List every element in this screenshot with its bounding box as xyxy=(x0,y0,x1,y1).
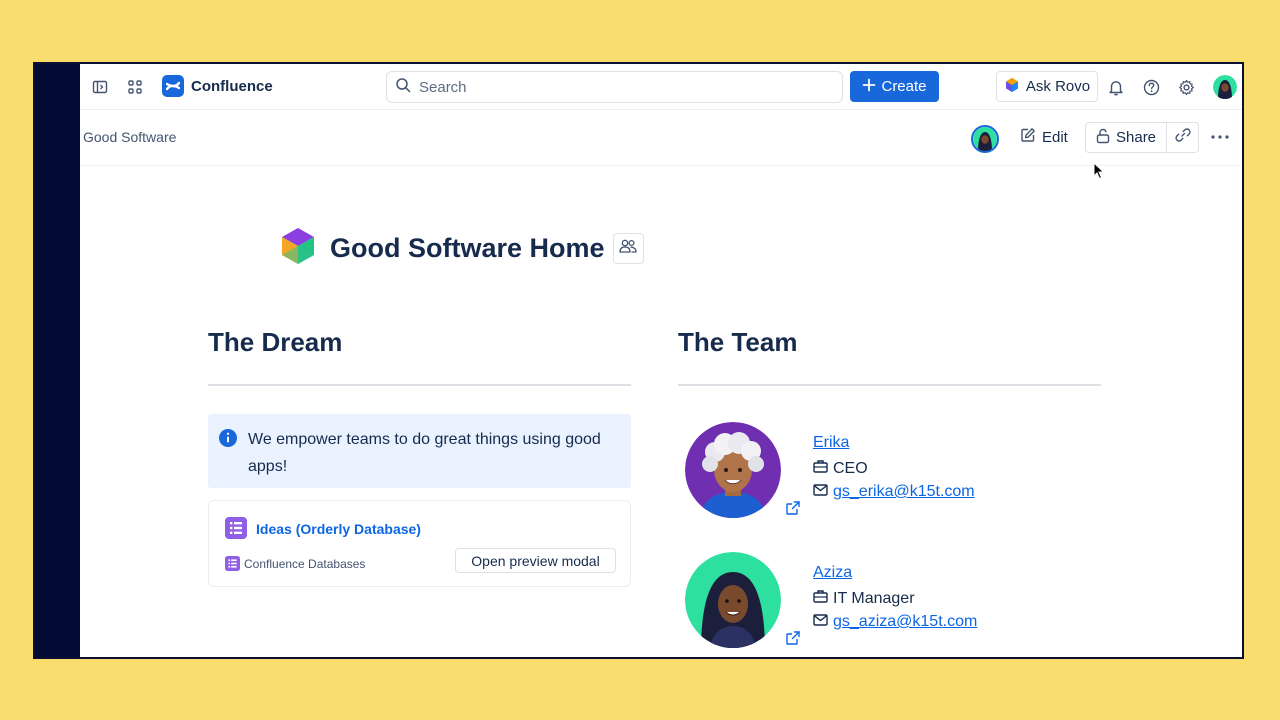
member-email[interactable]: gs_erika@k15t.com xyxy=(833,483,975,501)
bell-icon[interactable] xyxy=(1102,73,1130,101)
ask-rovo-label: Ask Rovo xyxy=(1025,78,1091,95)
create-label: Create xyxy=(881,78,927,95)
page-title-row: Good Software Home xyxy=(280,227,644,270)
copy-link-button[interactable] xyxy=(1167,123,1198,152)
share-label: Share xyxy=(1116,129,1157,146)
collaborator-avatar[interactable] xyxy=(971,125,999,153)
cursor-icon xyxy=(1093,161,1105,185)
briefcase-icon xyxy=(813,589,828,608)
lock-icon xyxy=(1096,128,1110,148)
database-source: Confluence Databases xyxy=(244,557,366,571)
edit-icon xyxy=(1020,127,1036,147)
member-email-row: gs_erika@k15t.com xyxy=(813,483,975,501)
member-email[interactable]: gs_aziza@k15t.com xyxy=(833,613,977,631)
share-button[interactable]: Share xyxy=(1086,123,1168,152)
create-button[interactable]: Create xyxy=(850,71,939,102)
team-member-card: Erika CEO gs_erika@k15t.com xyxy=(685,422,1085,522)
team-divider xyxy=(678,384,1101,386)
mail-icon xyxy=(813,483,828,501)
database-icon xyxy=(225,517,247,544)
info-panel: We empower teams to do great things usin… xyxy=(208,414,631,488)
top-navigation: Confluence Create Ask Rovo xyxy=(80,64,1242,110)
ask-rovo-button[interactable]: Ask Rovo xyxy=(996,71,1098,102)
gear-icon[interactable] xyxy=(1172,73,1200,101)
link-icon xyxy=(1174,127,1191,148)
confluence-brand[interactable]: Confluence xyxy=(162,75,273,97)
external-link-icon[interactable] xyxy=(785,500,801,521)
search-bar[interactable] xyxy=(386,71,843,103)
member-role: IT Manager xyxy=(833,589,915,607)
briefcase-icon xyxy=(813,459,828,478)
breadcrumb[interactable]: Good Software xyxy=(83,129,176,145)
page-toolbar: Good Software Edit Share xyxy=(80,110,1242,166)
left-rail xyxy=(35,64,80,657)
dream-divider xyxy=(208,384,631,386)
member-role-row: IT Manager xyxy=(813,589,915,608)
team-member-card: Aziza IT Manager gs_aziza@k15t.com xyxy=(685,552,1085,652)
sidebar-toggle-icon[interactable] xyxy=(86,73,114,101)
mail-icon xyxy=(813,613,828,631)
app-switcher-icon[interactable] xyxy=(121,73,149,101)
search-input[interactable] xyxy=(419,78,819,96)
team-heading: The Team xyxy=(678,327,798,357)
member-name[interactable]: Aziza xyxy=(813,564,852,582)
open-preview-modal-button[interactable]: Open preview modal xyxy=(455,548,616,573)
member-role: CEO xyxy=(833,459,868,477)
search-icon xyxy=(395,77,411,98)
confluence-logo-icon xyxy=(162,75,184,97)
confluence-app: Confluence Create Ask Rovo xyxy=(80,64,1242,657)
external-link-icon[interactable] xyxy=(785,630,801,651)
database-card[interactable]: Ideas (Orderly Database) Confluence Data… xyxy=(208,500,631,587)
page-emoji-icon xyxy=(280,227,316,270)
info-icon xyxy=(218,428,238,453)
aziza-avatar xyxy=(685,552,781,648)
help-icon[interactable] xyxy=(1137,73,1165,101)
plus-icon xyxy=(862,78,876,96)
member-email-row: gs_aziza@k15t.com xyxy=(813,613,977,631)
app-window: Confluence Create Ask Rovo xyxy=(33,62,1244,659)
page-people-button[interactable] xyxy=(612,233,644,264)
info-panel-text: We empower teams to do great things usin… xyxy=(248,431,601,475)
edit-label: Edit xyxy=(1042,128,1068,146)
member-name[interactable]: Erika xyxy=(813,434,849,452)
edit-button[interactable]: Edit xyxy=(1012,122,1076,152)
share-group: Share xyxy=(1085,122,1199,153)
user-avatar[interactable] xyxy=(1213,75,1237,99)
dream-heading: The Dream xyxy=(208,327,343,357)
rovo-icon xyxy=(1004,77,1020,97)
member-role-row: CEO xyxy=(813,459,868,478)
database-source-icon xyxy=(225,556,240,576)
people-icon xyxy=(619,239,637,258)
more-icon[interactable] xyxy=(1206,123,1234,151)
database-title[interactable]: Ideas (Orderly Database) xyxy=(256,521,421,537)
erika-avatar xyxy=(685,422,781,518)
brand-name: Confluence xyxy=(191,77,273,95)
page-title: Good Software Home xyxy=(330,233,605,263)
